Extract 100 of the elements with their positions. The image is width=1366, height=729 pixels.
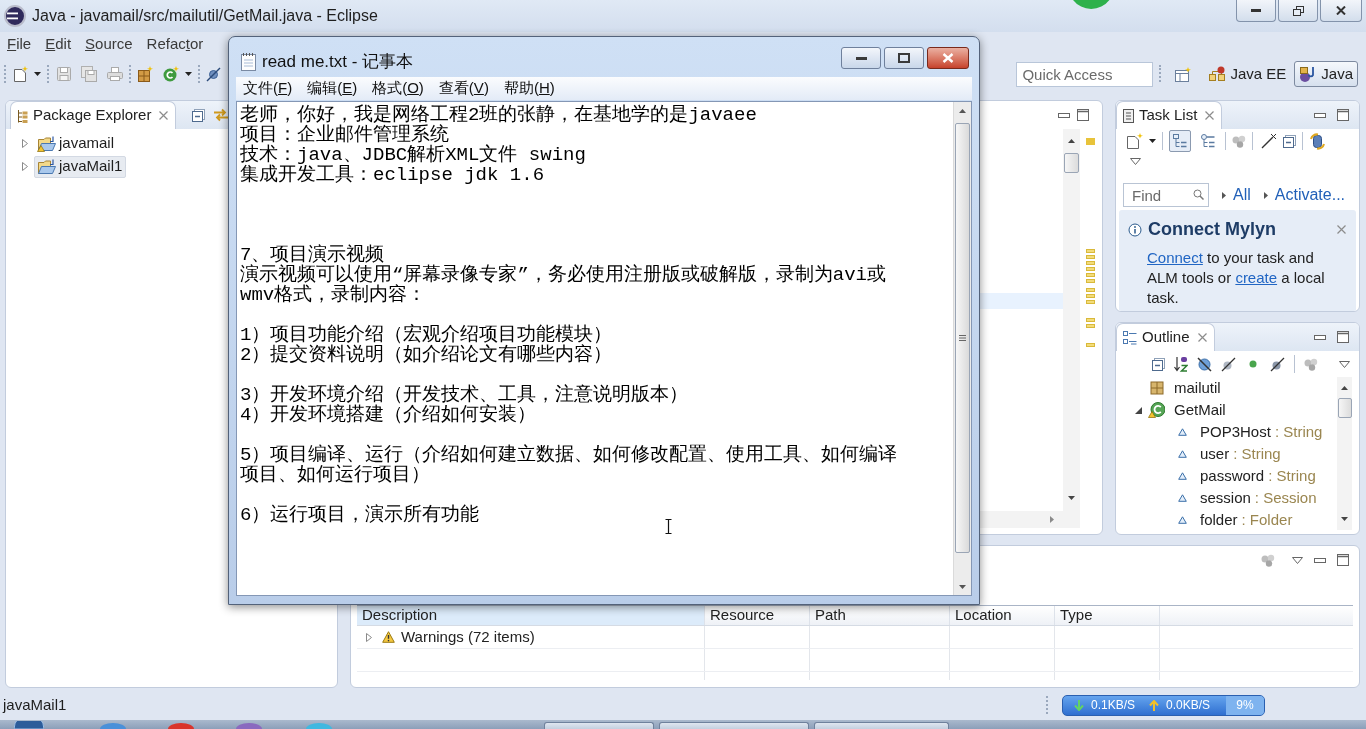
column-header[interactable]: Description xyxy=(357,606,705,625)
scroll-up-icon[interactable] xyxy=(1068,139,1075,143)
annotation-marker[interactable] xyxy=(1086,343,1095,347)
maximize-icon[interactable] xyxy=(1077,109,1089,121)
text-link[interactable]: Connect xyxy=(1147,249,1203,266)
close-icon[interactable] xyxy=(1337,225,1346,234)
taskbar-button[interactable] xyxy=(659,722,809,729)
vertical-scrollbar[interactable] xyxy=(1337,377,1352,530)
view-tab[interactable]: Package Explorer xyxy=(10,101,177,129)
tree-item[interactable]: folder : Folder xyxy=(1174,508,1293,532)
column-header[interactable]: Location xyxy=(950,606,1055,625)
tree-item[interactable]: password : String xyxy=(1174,464,1316,488)
scroll-thumb[interactable] xyxy=(955,123,970,553)
annotation-marker[interactable] xyxy=(1086,249,1095,253)
maximize-icon[interactable] xyxy=(1337,331,1349,343)
tree-item[interactable]: mailutil xyxy=(1148,377,1221,400)
tree-item[interactable]: javamail xyxy=(34,132,119,155)
view-menu-icon[interactable] xyxy=(1130,157,1141,165)
tree-item[interactable]: javaMail1 xyxy=(34,155,127,178)
scroll-right-icon[interactable] xyxy=(1050,516,1054,523)
spheres-icon[interactable] xyxy=(1304,357,1318,371)
filter-link[interactable]: All xyxy=(1233,183,1251,207)
package-plus-icon[interactable] xyxy=(137,66,153,82)
menu-item[interactable]: 帮助(H) xyxy=(503,77,555,100)
view-menu-icon[interactable] xyxy=(1339,360,1350,368)
menu-item[interactable]: Refactor xyxy=(146,32,204,56)
scroll-down-icon[interactable] xyxy=(959,584,966,589)
menu-item[interactable]: 格式(O) xyxy=(372,77,424,100)
start-orb-icon[interactable] xyxy=(14,721,44,729)
spheres-icon[interactable] xyxy=(1232,134,1246,148)
close-button[interactable] xyxy=(1320,0,1362,22)
cross-icon[interactable] xyxy=(1261,133,1277,149)
find-field[interactable]: Find xyxy=(1123,183,1209,207)
column-header[interactable]: Type xyxy=(1055,606,1160,625)
caret-down-icon[interactable] xyxy=(34,72,41,76)
maximize-icon[interactable] xyxy=(1337,109,1349,121)
menu-item[interactable]: Source xyxy=(85,32,133,56)
perspective-button[interactable]: Java xyxy=(1294,61,1358,87)
close-icon[interactable] xyxy=(1197,333,1207,342)
slashed-dot-icon[interactable] xyxy=(206,66,221,82)
taskbar-button[interactable] xyxy=(544,722,654,729)
maximize-button[interactable] xyxy=(884,47,924,69)
scroll-thumb[interactable] xyxy=(1337,398,1352,418)
annotation-marker[interactable] xyxy=(1086,318,1095,322)
collapsed-arrow-icon[interactable] xyxy=(22,139,28,148)
tree-item[interactable]: session : Session xyxy=(1174,486,1317,510)
expand-arrow-icon[interactable] xyxy=(1222,191,1226,199)
tree-item[interactable]: GetMail xyxy=(1148,398,1226,422)
annotation-marker[interactable] xyxy=(1086,294,1095,298)
swap-arrows-icon[interactable] xyxy=(213,108,230,122)
floppies-icon[interactable] xyxy=(81,66,97,82)
vertical-scrollbar[interactable] xyxy=(953,102,971,595)
dot-icon[interactable] xyxy=(1249,360,1257,368)
column-header[interactable]: Path xyxy=(810,606,950,625)
minimize-button[interactable] xyxy=(1236,0,1276,22)
annotation-marker[interactable] xyxy=(1086,255,1095,259)
collapsed-arrow-icon[interactable] xyxy=(22,162,28,171)
close-icon[interactable] xyxy=(159,111,169,120)
tree-item[interactable]: POP3Host : String xyxy=(1174,420,1323,444)
floppy-icon[interactable] xyxy=(57,67,71,81)
scroll-down-icon[interactable] xyxy=(1068,496,1075,500)
annotation-marker[interactable] xyxy=(1086,288,1095,292)
annotation-marker[interactable] xyxy=(1086,324,1095,328)
minimize-button[interactable] xyxy=(841,47,881,69)
annotation-marker[interactable] xyxy=(1086,273,1095,277)
new-task-icon[interactable] xyxy=(1127,133,1143,149)
new-file-icon[interactable] xyxy=(12,66,28,82)
annotation-marker[interactable] xyxy=(1086,138,1095,145)
quick-access-field[interactable]: Quick Access xyxy=(1016,61,1154,87)
view-tab[interactable]: Task List xyxy=(1116,101,1223,129)
app-icon[interactable] xyxy=(168,723,194,729)
window-plus-icon[interactable] xyxy=(1175,66,1192,82)
expand-arrow-icon[interactable] xyxy=(1263,191,1268,199)
spheres-icon[interactable] xyxy=(1261,553,1275,567)
collapsed-arrow-icon[interactable] xyxy=(366,632,372,642)
slashed-dot-icon[interactable] xyxy=(1270,356,1285,372)
annotation-marker[interactable] xyxy=(1086,261,1095,265)
annotation-marker[interactable] xyxy=(1086,300,1095,304)
expanded-arrow-icon[interactable] xyxy=(1135,406,1142,414)
slashed-dot-icon[interactable] xyxy=(1221,356,1236,372)
view-toggle-button[interactable] xyxy=(1169,130,1191,152)
menu-item[interactable]: File xyxy=(7,32,32,56)
class-plus-icon[interactable] xyxy=(163,66,179,82)
view-tab[interactable]: Outline xyxy=(1116,323,1215,351)
annotation-marker[interactable] xyxy=(1086,267,1095,271)
scroll-down-icon[interactable] xyxy=(1341,517,1348,521)
scroll-up-icon[interactable] xyxy=(959,108,966,113)
minimize-icon[interactable] xyxy=(1058,112,1070,118)
vertical-scrollbar[interactable] xyxy=(1063,129,1080,528)
minimize-icon[interactable] xyxy=(1314,334,1326,340)
taskbar-button[interactable] xyxy=(814,722,949,729)
tree-item[interactable]: user : String xyxy=(1174,442,1281,466)
column-header[interactable]: Resource xyxy=(705,606,810,625)
caret-down-icon[interactable] xyxy=(185,72,192,76)
menu-item[interactable]: 查看(V) xyxy=(438,77,489,100)
maximize-icon[interactable] xyxy=(1337,554,1349,566)
menu-item[interactable]: 编辑(E) xyxy=(307,77,358,100)
sync-icon[interactable] xyxy=(1309,132,1326,150)
annotation-marker[interactable] xyxy=(1086,279,1095,283)
restore-button[interactable] xyxy=(1278,0,1318,22)
